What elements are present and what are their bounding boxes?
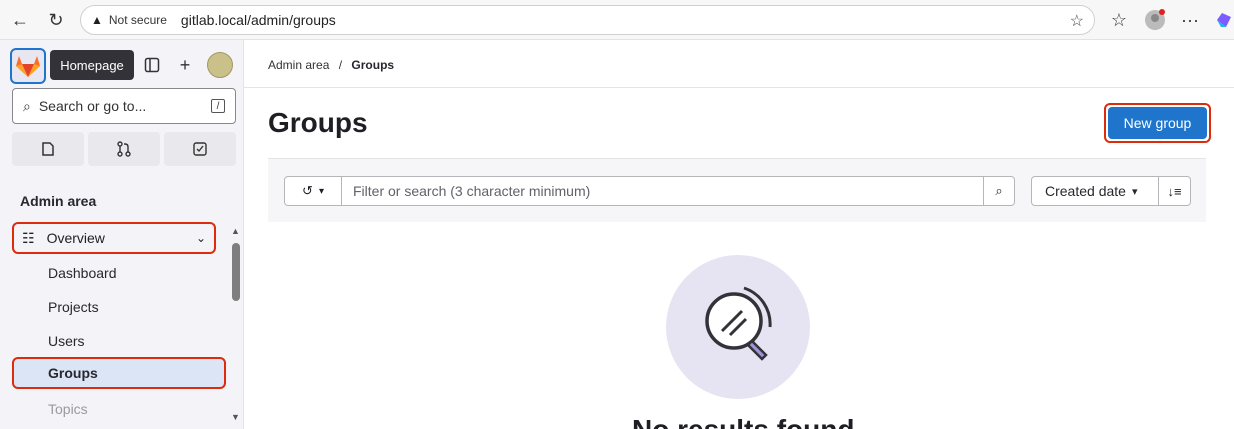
breadcrumb-separator: / [338, 58, 343, 72]
search-icon: ⌕ [23, 97, 31, 114]
recent-searches-button[interactable]: ↺ ▾ [284, 176, 342, 206]
merge-requests-button[interactable] [88, 132, 160, 166]
new-group-highlight: New group [1104, 103, 1211, 143]
search-placeholder: Search or go to... [38, 98, 147, 114]
search-input[interactable]: ⌕ Search or go to... / [12, 88, 236, 124]
sidebar-item-projects[interactable]: Projects [48, 299, 99, 315]
scroll-up-arrow-icon[interactable]: ▲ [231, 226, 240, 236]
favorites-icon[interactable]: ☆ [1107, 8, 1131, 32]
profile-icon[interactable] [1143, 8, 1167, 32]
breadcrumb: Admin area / Groups [268, 58, 394, 72]
create-new-icon[interactable]: + [173, 53, 197, 77]
gitlab-logo-icon [16, 56, 40, 77]
sidebar-item-topics[interactable]: Topics [48, 401, 88, 417]
breadcrumb-parent[interactable]: Admin area [268, 58, 329, 72]
sort-direction-icon: ↓≡ [1167, 183, 1182, 199]
sidebar: Homepage + ⌕ Search or go to... / Admin … [0, 40, 244, 429]
homepage-tooltip: Homepage [50, 50, 134, 80]
sidebar-item-label: Overview [46, 230, 105, 246]
back-arrow-icon[interactable]: ← [8, 8, 32, 32]
search-icon: ⌕ [995, 183, 1003, 198]
empty-state-illustration [666, 255, 810, 399]
browser-toolbar: ← ↻ ▲ Not secure gitlab.local/admin/grou… [0, 0, 1234, 40]
keyboard-shortcut-badge: / [211, 99, 225, 113]
empty-state-title: No results found [632, 414, 854, 429]
gitlab-logo-button[interactable] [10, 48, 46, 84]
scrollbar-thumb[interactable] [232, 243, 240, 301]
chevron-down-icon: ⌄ [195, 231, 206, 245]
filter-search-input[interactable]: Filter or search (3 character minimum) [341, 176, 984, 206]
sort-label: Created date [1045, 183, 1126, 199]
breadcrumb-current[interactable]: Groups [351, 58, 394, 72]
security-label: Not secure [108, 13, 167, 27]
scroll-down-arrow-icon[interactable]: ▼ [231, 412, 240, 422]
sort-dropdown[interactable]: Created date ▾ [1031, 176, 1159, 206]
merge-request-icon [117, 141, 131, 157]
issues-button[interactable] [12, 132, 84, 166]
todo-button[interactable] [164, 132, 236, 166]
sidebar-item-dashboard[interactable]: Dashboard [48, 265, 117, 281]
todo-checkbox-icon [193, 142, 207, 156]
page-title: Groups [268, 107, 368, 138]
header-divider [244, 87, 1234, 88]
search-submit-button[interactable]: ⌕ [983, 176, 1015, 206]
chevron-down-icon: ▾ [1131, 185, 1138, 198]
sort-direction-button[interactable]: ↓≡ [1158, 176, 1191, 206]
history-icon: ↺ [302, 183, 313, 198]
chevron-down-icon: ▾ [318, 185, 324, 197]
warning-icon: ▲ [91, 13, 103, 27]
more-menu-icon[interactable]: ··· [1178, 8, 1202, 32]
overview-list-icon: ☷ [22, 229, 35, 246]
sidebar-item-users[interactable]: Users [48, 333, 85, 349]
copilot-icon[interactable] [1212, 8, 1234, 32]
favorite-star-icon[interactable]: ☆ [1070, 11, 1084, 31]
sidebar-section-title[interactable]: Admin area [20, 193, 96, 209]
collapse-sidebar-icon[interactable] [140, 53, 164, 77]
reload-icon[interactable]: ↻ [44, 8, 68, 32]
sidebar-item-overview[interactable]: ☷ Overview ⌄ [12, 222, 216, 254]
issues-icon [42, 142, 54, 156]
url-text[interactable]: gitlab.local/admin/groups [181, 12, 336, 28]
sidebar-item-groups[interactable]: Groups [12, 357, 226, 389]
magnifier-illustration-icon [705, 286, 772, 361]
new-group-button[interactable]: New group [1108, 107, 1207, 139]
address-bar[interactable]: ▲ Not secure gitlab.local/admin/groups ☆ [80, 5, 1095, 35]
user-avatar[interactable] [207, 52, 233, 78]
